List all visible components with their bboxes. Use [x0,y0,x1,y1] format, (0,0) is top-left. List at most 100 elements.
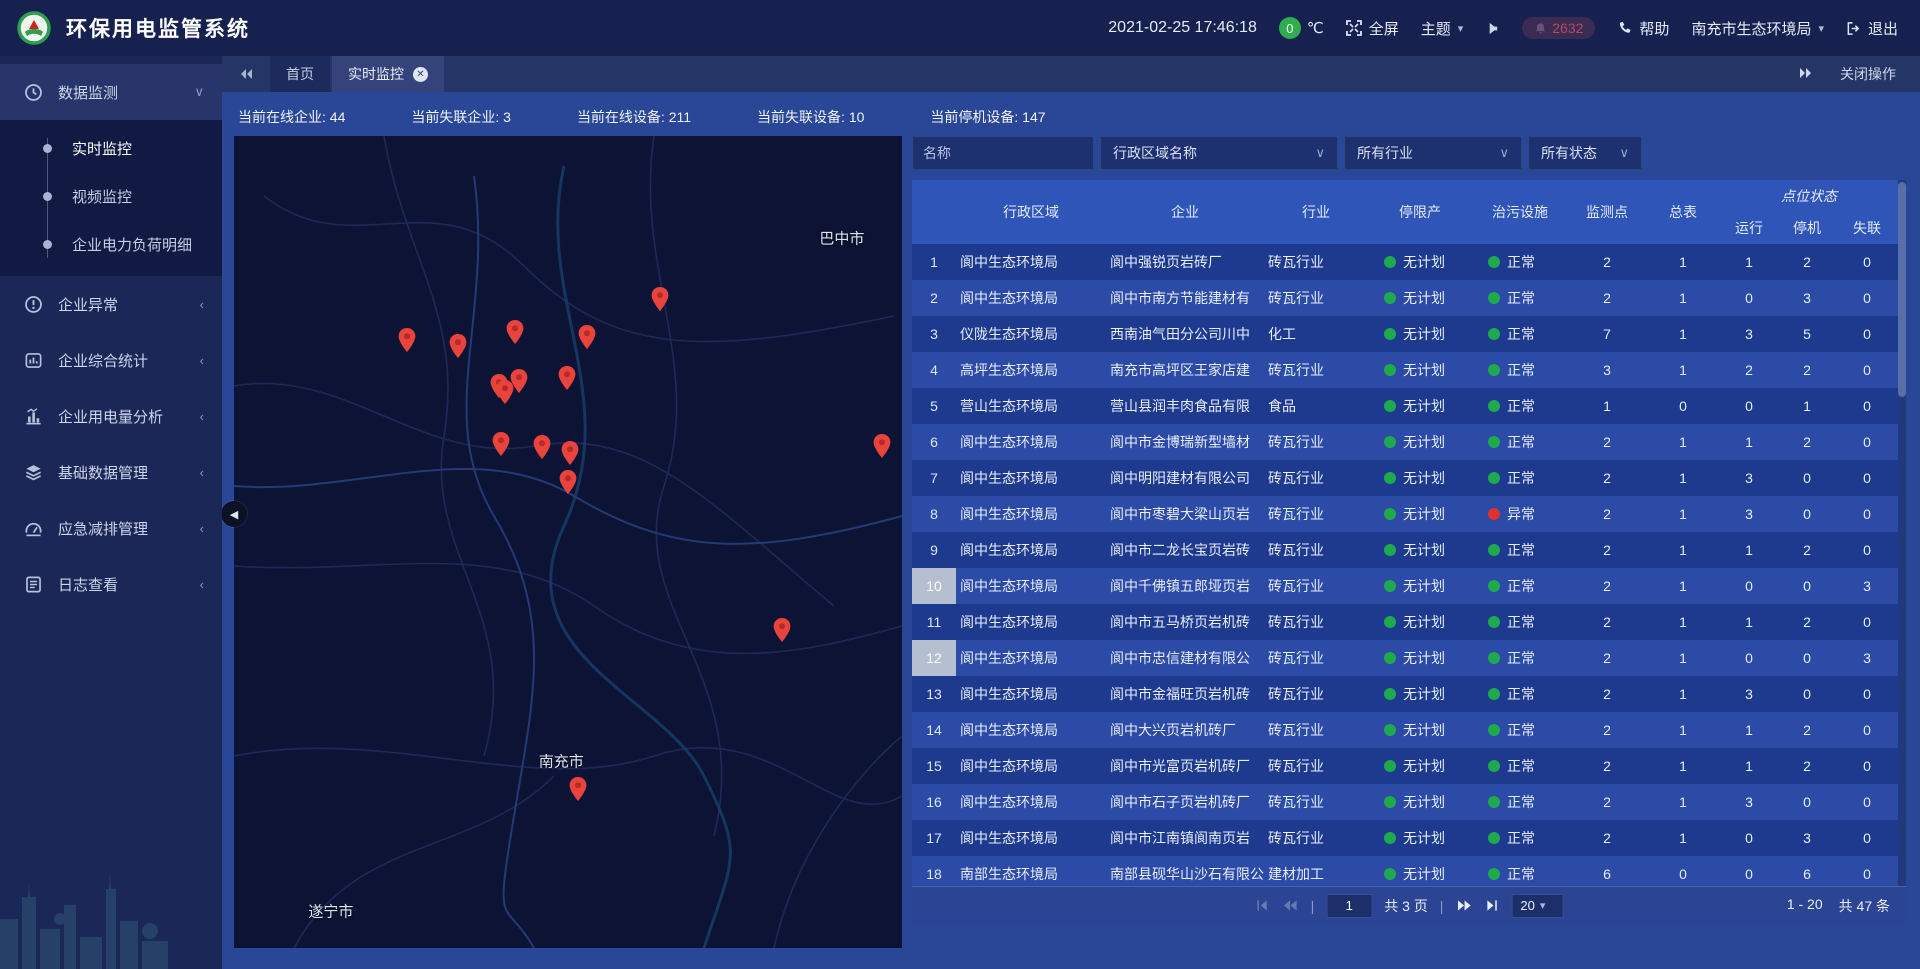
notification-badge[interactable]: 2632 [1522,17,1595,39]
cell-company: 阆中市光富页岩机砖厂 [1106,748,1264,784]
sidebar-group-6[interactable]: 应急减排管理‹ [0,500,222,556]
tab-realtime-monitor[interactable]: 实时监控 ✕ [332,56,444,92]
map-pin[interactable] [578,325,596,349]
map-panel[interactable]: 巴中市南充市遂宁市 ◀ [234,136,902,948]
region-select[interactable]: 行政区域名称 ∨ [1100,136,1338,170]
org-dropdown[interactable]: 南充市生态环境局 ▾ [1691,18,1824,39]
table-row[interactable]: 9阆中生态环境局阆中市二龙长宝页岩砖砖瓦行业无计划正常21120 [912,532,1898,568]
cell-run: 3 [1720,460,1778,496]
table-row[interactable]: 11阆中生态环境局阆中市五马桥页岩机砖砖瓦行业无计划正常21120 [912,604,1898,640]
table-row[interactable]: 6阆中生态环境局阆中市金博瑞新型墙材砖瓦行业无计划正常21120 [912,424,1898,460]
map-pin[interactable] [558,366,576,390]
table-row[interactable]: 18南部生态环境局南部县砚华山沙石有限公建材加工无计划正常60060 [912,856,1898,886]
prev-page-button[interactable] [1282,898,1299,913]
sidebar-group-label: 基础数据管理 [58,462,200,483]
close-operations-button[interactable]: 关闭操作 [1840,64,1896,84]
mute-button[interactable] [1485,21,1500,36]
map-pin[interactable] [449,334,467,358]
limit-status-text: 无计划 [1403,540,1445,560]
table-row[interactable]: 17阆中生态环境局阆中市江南镇阆南页岩砖瓦行业无计划正常21030 [912,820,1898,856]
tabs-scroll-right-button[interactable] [1798,65,1814,84]
sidebar-group-7[interactable]: 日志查看‹ [0,556,222,612]
facility-status-text: 正常 [1507,288,1535,308]
cell-stop: 1 [1778,388,1836,424]
page-input[interactable] [1326,894,1372,918]
facility-status-text: 异常 [1507,504,1535,524]
cell-district: 高坪生态环境局 [956,352,1106,388]
cell-company: 阆中千佛镇五郎垭页岩 [1106,568,1264,604]
cell-limit-status: 无计划 [1368,352,1472,388]
cell-monitor: 6 [1568,856,1646,886]
table-row[interactable]: 7阆中生态环境局阆中明阳建材有限公司砖瓦行业无计划正常21300 [912,460,1898,496]
sidebar-group-4[interactable]: 企业用电量分析‹ [0,388,222,444]
cell-limit-status: 无计划 [1368,748,1472,784]
cell-stop: 2 [1778,712,1836,748]
row-number: 18 [912,856,956,886]
sidebar-subitem-3[interactable]: 企业电力负荷明细 [0,220,222,268]
table-row[interactable]: 12阆中生态环境局阆中市忠信建材有限公砖瓦行业无计划正常21003 [912,640,1898,676]
sidebar-group-2[interactable]: 企业异常‹ [0,276,222,332]
cell-run: 0 [1720,820,1778,856]
table-row[interactable]: 1阆中生态环境局阆中强锐页岩砖厂砖瓦行业无计划正常21120 [912,244,1898,280]
industry-select[interactable]: 所有行业 ∨ [1344,136,1522,170]
theme-dropdown[interactable]: 主题 ▾ [1421,18,1464,39]
tab-home[interactable]: 首页 [270,56,330,92]
map-pin[interactable] [496,380,514,404]
map-pin[interactable] [398,328,416,352]
fullscreen-button[interactable]: 全屏 [1346,18,1399,39]
table-row[interactable]: 14阆中生态环境局阆中大兴页岩机砖厂砖瓦行业无计划正常21120 [912,712,1898,748]
cell-facility-status: 正常 [1472,604,1568,640]
map-pin[interactable] [559,470,577,494]
scrollbar-thumb[interactable] [1898,182,1906,397]
table-row[interactable]: 10阆中生态环境局阆中千佛镇五郎垭页岩砖瓦行业无计划正常21003 [912,568,1898,604]
name-search-input[interactable] [912,136,1094,170]
first-page-button[interactable] [1255,898,1270,913]
chevron-down-icon: ∨ [1499,145,1509,161]
table-row[interactable]: 5营山生态环境局营山县润丰肉食品有限食品无计划正常10010 [912,388,1898,424]
table-row[interactable]: 4高坪生态环境局南充市高坪区王家店建砖瓦行业无计划正常31220 [912,352,1898,388]
stat-item: 当前失联设备: 10 [757,107,864,127]
limit-status-text: 无计划 [1403,252,1445,272]
map-pin[interactable] [873,434,891,458]
last-page-button[interactable] [1484,898,1499,913]
col-header-offline: 失联 [1836,212,1898,244]
cell-limit-status: 无计划 [1368,532,1472,568]
table-scrollbar[interactable] [1898,180,1906,886]
table-row[interactable]: 16阆中生态环境局阆中市石子页岩机砖厂砖瓦行业无计划正常21300 [912,784,1898,820]
cell-district: 阆中生态环境局 [956,424,1106,460]
map-pin[interactable] [651,287,669,311]
cell-limit-status: 无计划 [1368,460,1472,496]
table-row[interactable]: 3仪陇生态环境局西南油气田分公司川中化工无计划正常71350 [912,316,1898,352]
map-pin[interactable] [773,618,791,642]
sidebar-group-1[interactable]: 数据监测∨ [0,64,222,120]
table-row[interactable]: 13阆中生态环境局阆中市金福旺页岩机砖砖瓦行业无计划正常21300 [912,676,1898,712]
row-number: 7 [912,460,956,496]
cell-run: 1 [1720,604,1778,640]
cell-facility-status: 正常 [1472,676,1568,712]
exit-button[interactable]: 退出 [1846,18,1898,39]
table-row[interactable]: 2阆中生态环境局阆中市南方节能建材有砖瓦行业无计划正常21030 [912,280,1898,316]
cell-facility-status: 正常 [1472,244,1568,280]
table-row[interactable]: 8阆中生态环境局阆中市枣碧大梁山页岩砖瓦行业无计划异常21300 [912,496,1898,532]
status-select[interactable]: 所有状态 ∨ [1528,136,1642,170]
page-size-select[interactable]: 20 ▾ [1511,894,1563,918]
map-pin[interactable] [569,777,587,801]
next-page-button[interactable] [1455,898,1472,913]
map-pin[interactable] [533,435,551,459]
sidebar-group-3[interactable]: 企业综合统计‹ [0,332,222,388]
chevron-left-icon: ‹ [200,353,204,368]
status-dot-icon [1384,508,1396,520]
tabs-scroll-left-button[interactable] [222,56,270,92]
cell-offline: 0 [1836,856,1898,886]
sidebar-subitem-1[interactable]: 实时监控 [0,124,222,172]
table-row[interactable]: 15阆中生态环境局阆中市光富页岩机砖厂砖瓦行业无计划正常21120 [912,748,1898,784]
sidebar-subitem-2[interactable]: 视频监控 [0,172,222,220]
help-button[interactable]: 帮助 [1617,18,1669,39]
tab-close-icon[interactable]: ✕ [413,67,428,82]
map-pin[interactable] [506,320,524,344]
cell-district: 阆中生态环境局 [956,712,1106,748]
facility-status-text: 正常 [1507,720,1535,740]
map-pin[interactable] [492,432,510,456]
map-pin[interactable] [561,441,579,465]
sidebar-group-5[interactable]: 基础数据管理‹ [0,444,222,500]
